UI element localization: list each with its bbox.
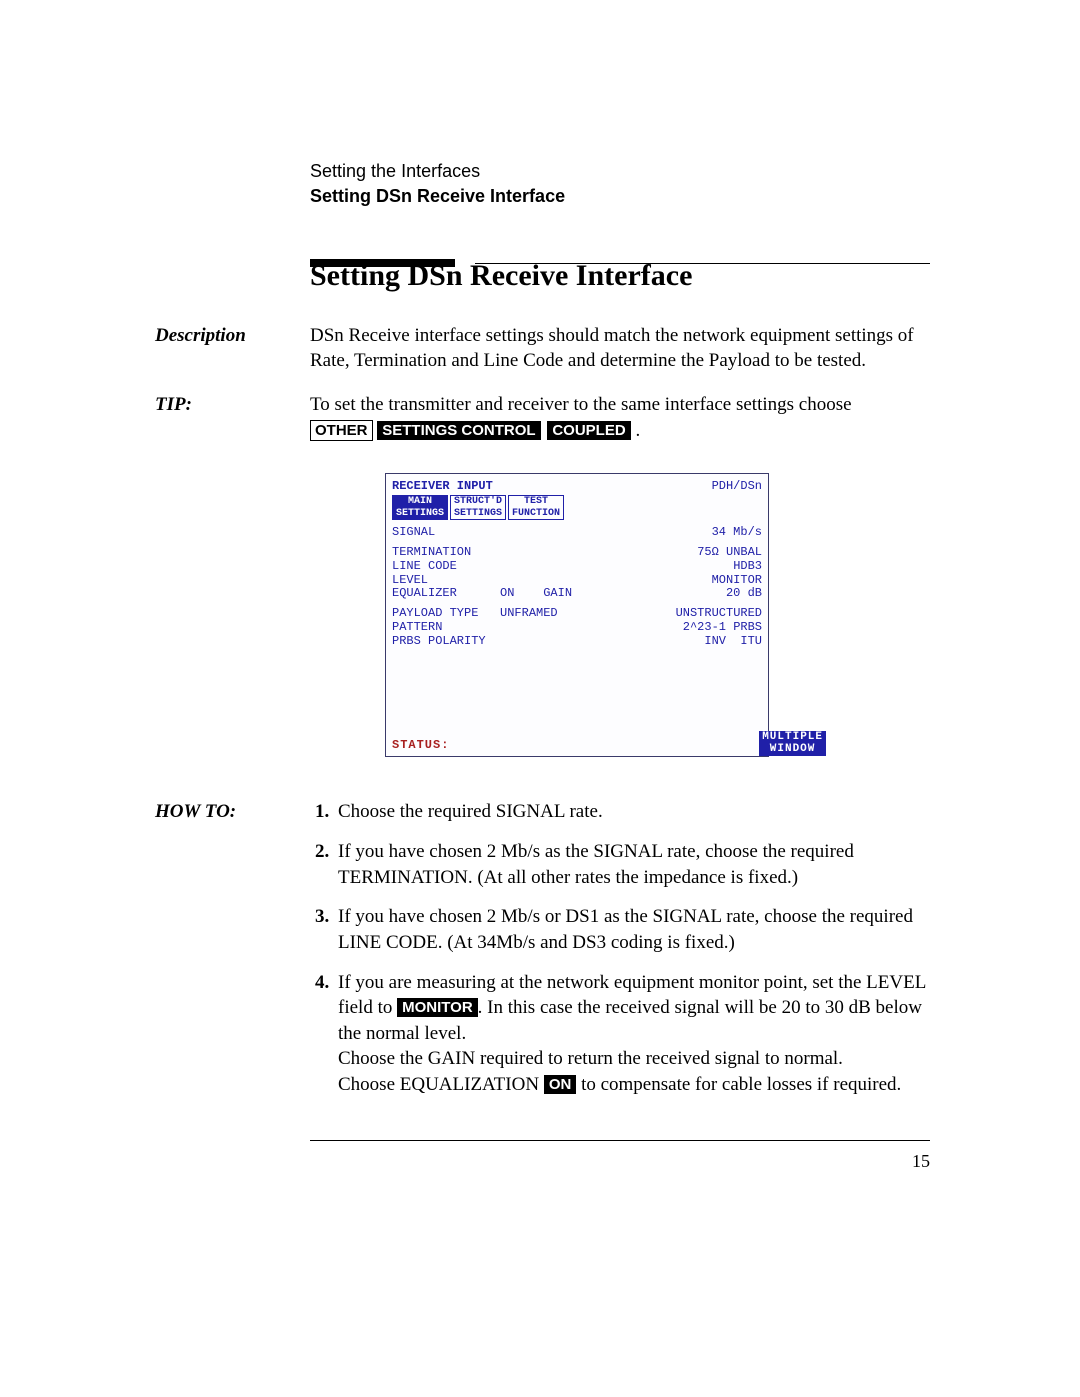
section-name: Setting DSn Receive Interface [310, 185, 930, 208]
k: PRBS POLARITY [392, 635, 486, 649]
step4-c: Choose the GAIN required to return the r… [338, 1048, 843, 1069]
row-polarity: PRBS POLARITY INV ITU [392, 635, 762, 649]
k: PAYLOAD TYPE UNFRAMED [392, 607, 558, 621]
v: 75Ω UNBAL [697, 546, 762, 560]
footer-rule [310, 1140, 930, 1141]
running-header: Setting the Interfaces Setting DSn Recei… [310, 160, 930, 209]
howto-body: Choose the required SIGNAL rate. If you … [310, 799, 930, 1111]
v: HDB3 [733, 560, 762, 574]
v: 2^23-1 PRBS [683, 621, 762, 635]
k: LINE CODE [392, 560, 457, 574]
howto-row: HOW TO: Choose the required SIGNAL rate.… [155, 799, 930, 1111]
tip-lead-text: To set the transmitter and receiver to t… [310, 394, 852, 415]
screen-status: STATUS: [392, 739, 762, 753]
description-label: Description [155, 323, 310, 374]
screen-title: RECEIVER INPUT [392, 480, 493, 494]
description-row: Description DSn Receive interface settin… [155, 323, 930, 374]
other-key: OTHER [310, 420, 373, 441]
v: INV ITU [704, 635, 762, 649]
howto-steps: Choose the required SIGNAL rate. If you … [310, 799, 930, 1097]
coupled-key: COUPLED [547, 421, 630, 440]
k: SIGNAL [392, 526, 435, 540]
v: 34 Mb/s [712, 526, 762, 540]
tip-body: To set the transmitter and receiver to t… [310, 392, 930, 443]
howto-label: HOW TO: [155, 799, 310, 1111]
v: UNSTRUCTURED [676, 607, 762, 621]
document-page: Setting the Interfaces Setting DSn Recei… [0, 0, 1080, 1397]
chapter-name: Setting the Interfaces [310, 160, 930, 183]
on-key: ON [544, 1075, 577, 1094]
screen-tabs: MAIN SETTINGS STRUCT'D SETTINGS TEST FUN… [392, 495, 762, 520]
instrument-screen: RECEIVER INPUT PDH/DSn MAIN SETTINGS STR… [385, 473, 769, 757]
k: TERMINATION [392, 546, 471, 560]
tip-period: . [631, 420, 641, 441]
row-level: LEVEL MONITOR [392, 574, 762, 588]
tab-test-function: TEST FUNCTION [508, 495, 564, 520]
step-3: If you have chosen 2 Mb/s or DS1 as the … [334, 904, 930, 955]
row-linecode: LINE CODE HDB3 [392, 560, 762, 574]
step-4: If you are measuring at the network equi… [334, 970, 930, 1098]
row-pattern: PATTERN 2^23-1 PRBS [392, 621, 762, 635]
tab-main-settings: MAIN SETTINGS [392, 495, 448, 520]
description-text: DSn Receive interface settings should ma… [310, 323, 930, 374]
screen-mode: PDH/DSn [712, 480, 762, 494]
monitor-key: MONITOR [397, 998, 478, 1017]
tip-row: TIP: To set the transmitter and receiver… [155, 392, 930, 443]
row-payload: PAYLOAD TYPE UNFRAMED UNSTRUCTURED [392, 607, 762, 621]
tab-structd-settings: STRUCT'D SETTINGS [450, 495, 506, 520]
row-equalizer: EQUALIZER ON GAIN 20 dB [392, 587, 762, 601]
k: LEVEL [392, 574, 428, 588]
k: EQUALIZER ON GAIN [392, 587, 572, 601]
v: MONITOR [712, 574, 762, 588]
settings-control-key: SETTINGS CONTROL [377, 421, 540, 440]
step4-d-post: to compensate for cable losses if requir… [576, 1074, 901, 1095]
row-signal: SIGNAL 34 Mb/s [392, 526, 762, 540]
v: 20 dB [726, 587, 762, 601]
step4-d-pre: Choose EQUALIZATION [338, 1074, 544, 1095]
k: PATTERN [392, 621, 442, 635]
tip-label: TIP: [155, 392, 310, 443]
multiple-window-badge: MULTIPLE WINDOW [759, 731, 826, 756]
page-number: 15 [155, 1151, 930, 1172]
row-termination: TERMINATION 75Ω UNBAL [392, 546, 762, 560]
step-1: Choose the required SIGNAL rate. [334, 799, 930, 825]
step-2: If you have chosen 2 Mb/s as the SIGNAL … [334, 839, 930, 890]
